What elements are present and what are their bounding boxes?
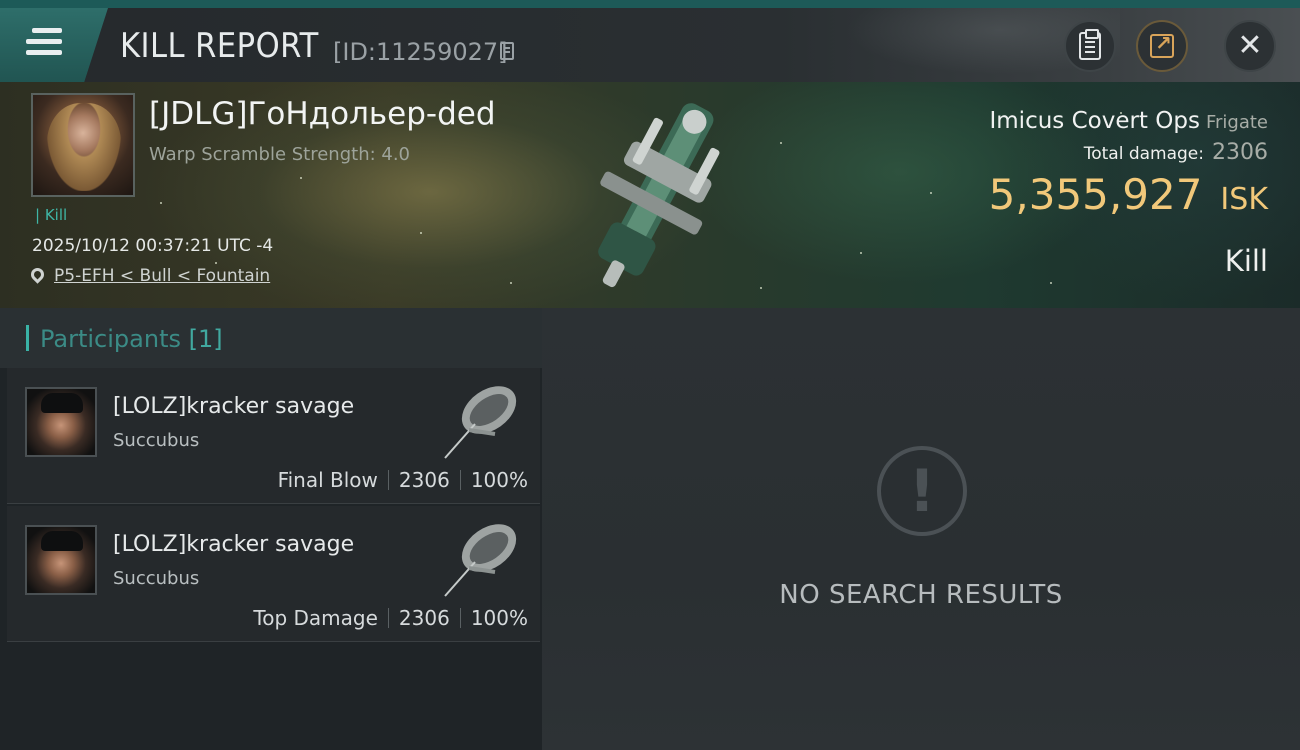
participant-stats: Final Blow 2306 100% <box>278 468 528 492</box>
share-button[interactable] <box>1136 20 1188 72</box>
victim-ship-class: Frigate <box>1205 112 1268 133</box>
share-icon <box>1150 31 1174 58</box>
victim-ship-type: Imicus Covert Ops Frigate <box>989 108 1268 134</box>
pilot-ship-icon[interactable] <box>435 372 527 464</box>
participant-damage: 2306 <box>398 468 450 492</box>
result-label: Kill <box>1224 244 1268 278</box>
participant-percent: 100% <box>470 606 528 630</box>
participants-panel: Participants [1] [LOLZ]kracker savage Su… <box>0 308 542 750</box>
details-panel: ! NO SEARCH RESULTS <box>542 308 1300 750</box>
participants-title: Participants [1] <box>40 325 223 353</box>
participants-label: Participants <box>40 325 181 353</box>
pilot-ship: Succubus <box>113 430 200 451</box>
empty-state-message: NO SEARCH RESULTS <box>779 580 1063 610</box>
isk-unit: ISK <box>1220 182 1268 217</box>
participants-count: [1] <box>188 325 223 353</box>
pilot-ship-icon[interactable] <box>435 510 527 602</box>
participants-header: Participants [1] <box>0 308 542 368</box>
pilot-name[interactable]: [LOLZ]kracker savage <box>113 532 354 557</box>
location-link[interactable]: P5-EFH < Bull < Fountain <box>54 266 270 286</box>
clipboard-icon <box>1079 29 1101 60</box>
total-damage-value: 2306 <box>1212 140 1268 165</box>
exclamation-icon: ! <box>877 446 967 536</box>
header-bar: KILL REPORT [ID:11259027] ✕ <box>0 8 1300 82</box>
page-title: KILL REPORT <box>120 26 319 66</box>
participant-role: Final Blow <box>277 468 378 492</box>
pilot-name[interactable]: [LOLZ]kracker savage <box>113 394 354 419</box>
victim-portrait[interactable] <box>31 93 135 197</box>
total-damage-label: Total damage: <box>1083 144 1204 164</box>
kill-tag: | Kill <box>35 206 68 224</box>
victim-ship-render <box>598 103 720 288</box>
location-pin-icon <box>28 265 47 284</box>
participant-row[interactable]: [LOLZ]kracker savage Succubus Top Damage… <box>7 506 540 642</box>
kill-timestamp: 2025/10/12 00:37:21 UTC -4 <box>32 236 274 256</box>
pilot-portrait[interactable] <box>25 525 97 595</box>
close-icon: ✕ <box>1237 28 1263 63</box>
menu-button[interactable] <box>0 8 108 82</box>
isk-amount: 5,355,927 <box>988 170 1203 219</box>
victim-name[interactable]: [JDLG]ГоНдольер-ded <box>149 96 496 132</box>
participant-role: Top Damage <box>253 606 378 630</box>
copy-icon[interactable] <box>500 42 514 60</box>
participant-percent: 100% <box>470 468 528 492</box>
victim-ship-name: Imicus Covert Ops <box>989 108 1200 134</box>
close-button[interactable]: ✕ <box>1224 20 1276 72</box>
pilot-ship: Succubus <box>113 568 200 589</box>
participant-damage: 2306 <box>398 606 450 630</box>
report-id: [ID:11259027] <box>333 38 508 66</box>
top-accent-line <box>0 0 1300 8</box>
hamburger-menu-icon <box>26 28 62 60</box>
clipboard-button[interactable] <box>1064 20 1116 72</box>
total-damage: Total damage: 2306 <box>1084 140 1268 165</box>
warp-scramble-strength: Warp Scramble Strength: 4.0 <box>149 144 411 165</box>
participant-stats: Top Damage 2306 100% <box>253 606 528 630</box>
participant-row[interactable]: [LOLZ]kracker savage Succubus Final Blow… <box>7 368 540 504</box>
isk-value: 5,355,927 ISK <box>989 170 1268 219</box>
header-accent-bar <box>26 325 29 351</box>
victim-banner: [JDLG]ГоНдольер-ded Warp Scramble Streng… <box>0 82 1300 308</box>
pilot-portrait[interactable] <box>25 387 97 457</box>
